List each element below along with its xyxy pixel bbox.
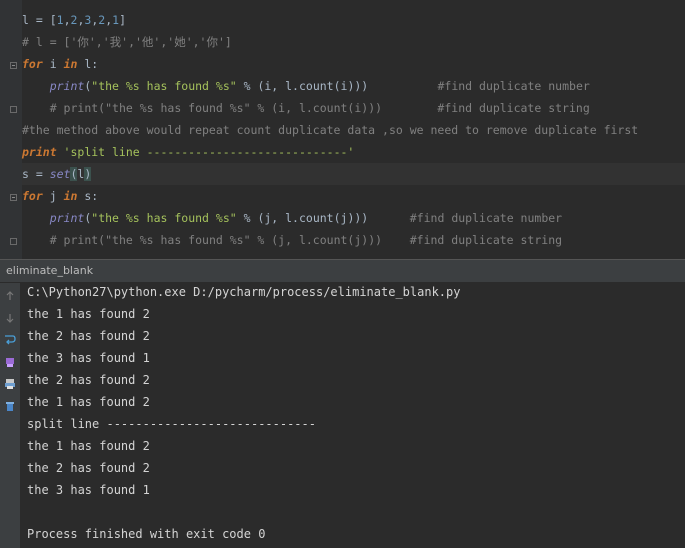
console-line: the 2 has found 2 [27,329,150,343]
stop-icon[interactable] [0,309,20,327]
console-line: the 1 has found 2 [27,395,150,409]
trash-icon[interactable] [0,397,20,415]
fold-end-icon[interactable] [10,238,17,245]
code-line-8: s = set(l) [22,163,685,185]
code-line-4: print("the %s has found %s" % (i, l.coun… [49,79,590,93]
code-line-6: #the method above would repeat count dup… [22,123,639,137]
console-line: the 1 has found 2 [27,439,150,453]
run-tool-window-header[interactable]: eliminate_blank [0,259,685,283]
console-line: the 2 has found 2 [27,373,150,387]
run-config-title: eliminate_blank [6,264,94,277]
fold-toggle-icon[interactable] [10,62,17,69]
console-line: split line ----------------------------- [27,417,316,431]
print-icon[interactable] [0,375,20,393]
code-line-5: # print("the %s has found %s" % (i, l.co… [49,101,590,115]
run-console-output[interactable]: C:\Python27\python.exe D:/pycharm/proces… [20,283,685,548]
code-line-1: l = [1,2,3,2,1] [22,13,127,27]
code-editor[interactable]: l = [1,2,3,2,1] # l = ['你','我','他','她','… [0,0,685,259]
code-line-10: print("the %s has found %s" % (j, l.coun… [49,211,563,225]
console-line: the 2 has found 2 [27,461,150,475]
code-line-7: print 'split line ----------------------… [22,145,355,159]
fold-end-icon[interactable] [10,106,17,113]
run-toolbar [0,283,20,548]
console-line: the 3 has found 1 [27,351,150,365]
code-line-11: # print("the %s has found %s" % (j, l.co… [49,233,563,247]
editor-gutter [0,0,22,259]
code-line-3: for i in l: [22,57,99,71]
code-line-2: # l = ['你','我','他','她','你'] [22,35,232,49]
soft-wrap-icon[interactable] [0,331,20,349]
console-line: C:\Python27\python.exe D:/pycharm/proces… [27,285,461,299]
code-line-9: for j in s: [22,189,99,203]
console-exit-line: Process finished with exit code 0 [27,527,266,541]
rerun-icon[interactable] [0,287,20,305]
scroll-to-end-icon[interactable] [0,353,20,371]
fold-toggle-icon[interactable] [10,194,17,201]
console-line: the 1 has found 2 [27,307,150,321]
console-line: the 3 has found 1 [27,483,150,497]
